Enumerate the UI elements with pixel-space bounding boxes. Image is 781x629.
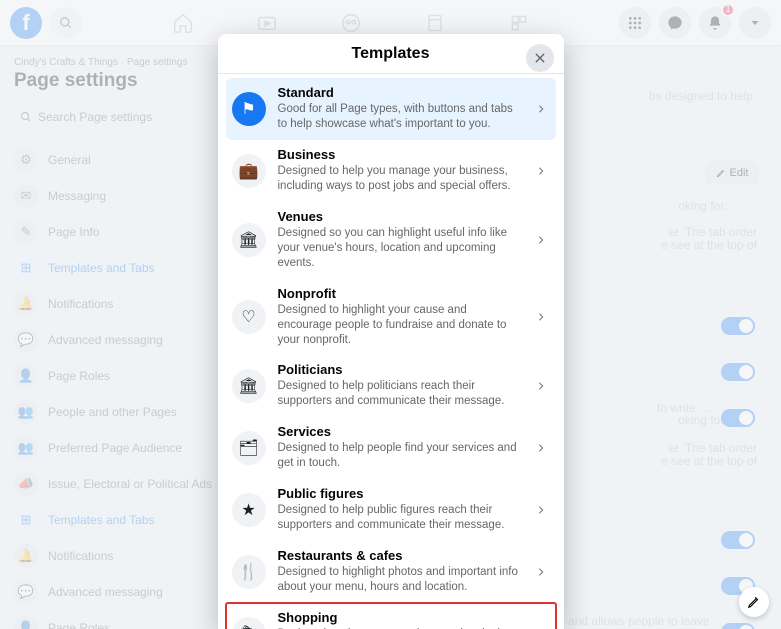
chevron-right-icon	[536, 163, 550, 179]
template-desc: Designed to highlight your cause and enc…	[278, 303, 524, 348]
template-icon: ⚑	[232, 92, 266, 126]
template-name: Standard	[278, 86, 524, 101]
template-icon: ♡	[232, 300, 266, 334]
template-icon: 🏛	[232, 223, 266, 257]
template-icon: 🏛	[232, 369, 266, 403]
template-name: Public figures	[278, 487, 524, 502]
template-row[interactable]: 🏛 VenuesDesigned so you can highlight use…	[226, 202, 556, 279]
compose-fab[interactable]	[739, 587, 769, 617]
template-name: Nonprofit	[278, 287, 524, 302]
template-text: BusinessDesigned to help you manage your…	[278, 148, 524, 194]
template-name: Services	[278, 425, 524, 440]
chevron-right-icon	[536, 440, 550, 456]
edit-icon	[747, 595, 761, 609]
chevron-right-icon	[536, 502, 550, 518]
template-text: NonprofitDesigned to highlight your caus…	[278, 287, 524, 348]
template-name: Shopping	[278, 611, 524, 626]
chevron-right-icon	[536, 232, 550, 248]
close-icon	[533, 51, 547, 65]
template-text: PoliticiansDesigned to help politicians …	[278, 363, 524, 409]
templates-modal: Templates ⚑ StandardGood for all Page typ…	[218, 34, 564, 629]
template-name: Politicians	[278, 363, 524, 378]
template-desc: Designed to help public figures reach th…	[278, 503, 524, 533]
template-desc: Designed to help people find your servic…	[278, 441, 524, 471]
template-row[interactable]: 🏛 PoliticiansDesigned to help politicians…	[226, 355, 556, 417]
template-desc: Designed so you can highlight useful inf…	[278, 226, 524, 271]
template-text: Restaurants & cafesDesigned to highlight…	[278, 549, 524, 595]
close-button[interactable]	[526, 44, 554, 72]
template-icon: 💼	[232, 154, 266, 188]
template-text: Public figuresDesigned to help public fi…	[278, 487, 524, 533]
modal-body[interactable]: ⚑ StandardGood for all Page types, with b…	[218, 74, 564, 629]
template-text: ServicesDesigned to help people find you…	[278, 425, 524, 471]
template-desc: Designed to help you manage your busines…	[278, 164, 524, 194]
template-row[interactable]: 🛍 ShoppingDesigned to showcase products a…	[226, 603, 556, 629]
template-desc: Designed to highlight photos and importa…	[278, 565, 524, 595]
modal-title: Templates	[352, 45, 430, 63]
chevron-right-icon	[536, 101, 550, 117]
template-name: Restaurants & cafes	[278, 549, 524, 564]
template-text: ShoppingDesigned to showcase products an…	[278, 611, 524, 629]
template-row[interactable]: ⚑ StandardGood for all Page types, with b…	[226, 78, 556, 140]
modal-header: Templates	[218, 34, 564, 74]
template-row[interactable]: 🗂 ServicesDesigned to help people find yo…	[226, 417, 556, 479]
template-name: Venues	[278, 210, 524, 225]
template-icon: 🍴	[232, 555, 266, 589]
template-desc: Designed to help politicians reach their…	[278, 379, 524, 409]
template-icon: ★	[232, 493, 266, 527]
template-icon: 🛍	[232, 617, 266, 629]
template-row[interactable]: 💼 BusinessDesigned to help you manage you…	[226, 140, 556, 202]
chevron-right-icon	[536, 626, 550, 629]
chevron-right-icon	[536, 378, 550, 394]
template-text: VenuesDesigned so you can highlight usef…	[278, 210, 524, 271]
template-row[interactable]: 🍴 Restaurants & cafesDesigned to highligh…	[226, 541, 556, 603]
template-name: Business	[278, 148, 524, 163]
template-icon: 🗂	[232, 431, 266, 465]
chevron-right-icon	[536, 309, 550, 325]
template-row[interactable]: ★ Public figuresDesigned to help public f…	[226, 479, 556, 541]
template-row[interactable]: ♡ NonprofitDesigned to highlight your cau…	[226, 279, 556, 356]
chevron-right-icon	[536, 564, 550, 580]
template-desc: Good for all Page types, with buttons an…	[278, 102, 524, 132]
template-text: StandardGood for all Page types, with bu…	[278, 86, 524, 132]
